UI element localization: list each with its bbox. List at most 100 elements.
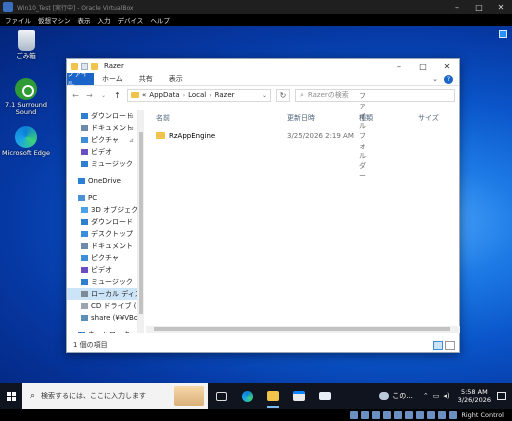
address-overflow[interactable]: « [142,91,146,99]
clock-time: 5:58 AM [460,387,488,396]
ribbon-expand-icon[interactable]: ⌄ [432,75,438,83]
large-icons-view-icon[interactable] [445,340,455,350]
file-row[interactable]: RzAppEngine 3/25/2026 2:19 AM ファイル フォルダー [146,92,366,180]
breadcrumb-appdata[interactable]: AppData [149,91,179,99]
column-name[interactable]: 名前 [156,113,170,123]
vbox-close-button[interactable]: ✕ [490,0,512,14]
vbox-menu-machine[interactable]: 仮想マシン [38,15,71,25]
column-size[interactable]: サイズ [418,113,439,123]
scrollbar-thumb[interactable] [139,132,143,314]
taskbar-edge-button[interactable] [234,383,260,409]
pin-icon[interactable]: ⊿ [129,137,134,144]
nav-item[interactable]: CD ドライブ (D:) Vi [67,300,137,312]
show-hidden-icons-icon[interactable]: ⌃ [423,392,429,400]
usb-icon[interactable] [394,411,403,419]
address-dropdown-icon[interactable]: ⌄ [262,92,267,99]
breadcrumb-separator-icon[interactable]: › [183,92,185,99]
book-icon[interactable] [499,30,507,38]
vbox-menu-devices[interactable]: デバイス [118,15,144,25]
audio-icon[interactable] [372,411,381,419]
pin-icon[interactable]: ⊿ [129,113,134,120]
tab-home[interactable]: ホーム [94,73,131,85]
volume-icon[interactable]: ◂) [443,392,449,400]
nav-item[interactable]: ネットワーク [67,329,137,333]
nav-item[interactable]: ミュージック [67,276,137,288]
network-adapter-icon[interactable] [383,411,392,419]
tab-view[interactable]: 表示 [161,73,191,85]
breadcrumb-separator-icon[interactable]: › [209,92,211,99]
desktop-folder-icon [81,231,88,237]
vbox-maximize-button[interactable]: □ [468,0,490,14]
scrollbar-thumb[interactable] [154,327,450,331]
optical-drive-icon[interactable] [361,411,370,419]
vbox-menu-input[interactable]: 入力 [98,15,111,25]
properties-icon[interactable] [81,62,88,70]
task-view-button[interactable] [208,383,234,409]
vbox-menu-file[interactable]: ファイル [5,15,31,25]
vbox-minimize-button[interactable]: – [446,0,468,14]
nav-item[interactable]: ローカル ディスク (C [67,288,137,300]
nav-item[interactable]: 3D オブジェクト [67,204,137,216]
desktop-icon-recycle-bin[interactable]: ごみ箱 [1,30,51,60]
hard-disk-icon[interactable] [350,411,359,419]
maximize-button[interactable]: □ [411,59,435,73]
back-arrow-icon[interactable]: ← [71,91,80,100]
desktop-icon-edge[interactable]: Microsoft Edge [1,126,51,157]
column-modified[interactable]: 更新日時 [287,113,315,123]
mouse-integration-icon[interactable] [449,411,458,419]
details-view-icon[interactable] [433,340,443,350]
minimize-button[interactable]: – [387,59,411,73]
address-bar[interactable]: « AppData › Local › Razer ⌄ [127,88,271,102]
refresh-icon[interactable]: ↻ [276,88,290,102]
nav-item[interactable]: ビデオ [67,264,137,276]
desktop-icon-label: Microsoft Edge [1,149,50,157]
recent-locations-icon[interactable]: ⌄ [99,92,108,99]
nav-item[interactable]: ミュージック [67,158,137,170]
taskbar-mail-button[interactable] [312,383,338,409]
status-bar: 1 個の項目 [67,338,459,352]
nav-item-label: 3D オブジェクト [91,206,138,214]
file-name[interactable]: RzAppEngine [169,132,215,140]
file-list-horizontal-scrollbar[interactable] [146,326,460,333]
recording-icon[interactable] [427,411,436,419]
cpu-icon[interactable] [438,411,447,419]
new-folder-icon[interactable] [91,62,98,70]
network-icon[interactable]: ▭ [433,392,440,400]
nav-item[interactable]: PC [67,192,137,204]
breadcrumb-razer[interactable]: Razer [215,91,235,99]
close-button[interactable]: ✕ [435,59,459,73]
display-icon[interactable] [416,411,425,419]
taskbar-store-button[interactable] [286,383,312,409]
desktop-icon-surround-sound[interactable]: 7.1 Surround Sound [1,78,51,117]
shared-folders-icon[interactable] [405,411,414,419]
start-button[interactable] [0,383,22,409]
breadcrumb-local[interactable]: Local [188,91,206,99]
nav-item[interactable]: ピクチャ ⊿ [67,134,137,146]
nav-item-label: デスクトップ [91,230,133,238]
taskbar-search-box[interactable]: ⌕ 検索するには、ここに入力します [22,383,208,409]
nav-item[interactable]: ダウンロード ⊿ [67,110,137,122]
nav-item[interactable]: ダウンロード [67,216,137,228]
taskbar-explorer-button[interactable] [260,383,286,409]
weather-widget[interactable]: この... [379,391,413,401]
up-arrow-icon[interactable]: ↑ [113,91,122,100]
nav-item[interactable]: ピクチャ [67,252,137,264]
nav-item[interactable]: share (¥¥VBoxSv [67,312,137,324]
nav-item[interactable]: ビデオ [67,146,137,158]
search-highlight-image[interactable] [174,386,204,406]
pin-icon[interactable]: ⊿ [129,125,134,132]
nav-item[interactable]: OneDrive [67,175,137,187]
nav-item[interactable]: ドキュメント [67,240,137,252]
tab-share[interactable]: 共有 [131,73,161,85]
navigation-pane-scrollbar[interactable] [138,110,144,333]
tab-file[interactable]: ファイル [67,70,94,88]
search-box[interactable]: ⌕ Razerの検索 [295,88,455,102]
nav-item[interactable]: デスクトップ [67,228,137,240]
nav-item[interactable]: ドキュメント ⊿ [67,122,137,134]
help-icon[interactable]: ? [444,74,453,84]
clock[interactable]: 5:58 AM 3/26/2026 [458,388,491,404]
vbox-menu-help[interactable]: ヘルプ [150,15,170,25]
notifications-icon[interactable] [497,392,506,400]
vbox-menu-view[interactable]: 表示 [78,15,91,25]
forward-arrow-icon[interactable]: → [85,91,94,100]
